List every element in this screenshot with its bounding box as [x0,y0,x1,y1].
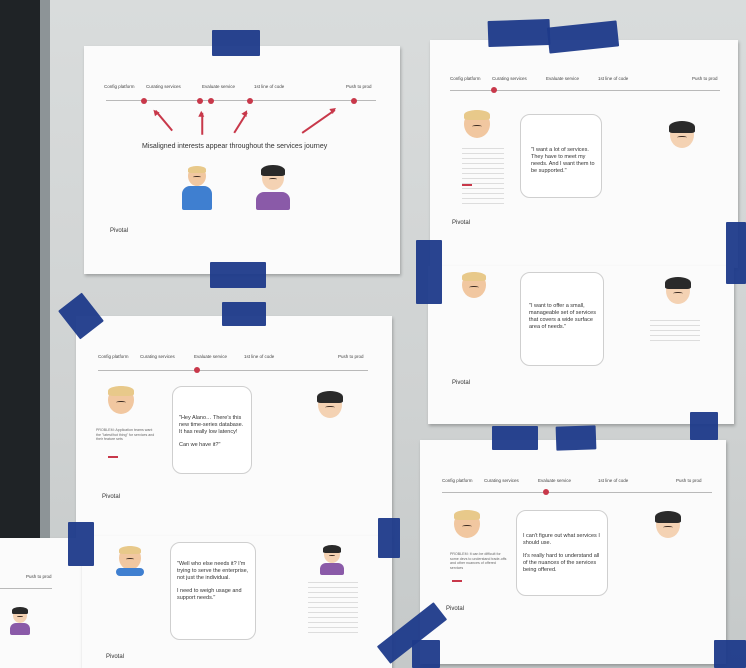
stage-label: Evaluate service [546,76,580,81]
speech-bubble: "Well who else needs it? I'm trying to s… [170,542,256,640]
stage-label: Config platform [104,84,135,89]
red-arrow [201,112,203,135]
red-arrow [233,111,248,134]
stage-label: 1st line of code [244,354,275,359]
quote-line: It's really hard to understand all of th… [523,553,600,573]
blue-tape [690,412,718,440]
blue-tape [222,302,266,326]
blue-tape [212,30,260,56]
pivotal-logo: Pivotal [102,494,121,500]
problem-marker [452,580,462,582]
operator-avatar [654,510,682,538]
timeline [98,370,368,371]
pivotal-logo: Pivotal [446,606,465,612]
problem-marker [462,184,472,186]
speech-bubble: I can't figure out what services I shoul… [516,510,608,596]
stage-label: Config platform [98,354,129,359]
stage-label: Curating services [492,76,527,81]
red-arrow [154,110,173,132]
quote-line: "Hey Alano… There's this new time-series… [179,415,244,435]
quote-line: "Well who else needs it? I'm trying to s… [177,561,249,581]
developer-avatar [464,110,490,138]
persona-quote-sheet: "Well who else needs it? I'm trying to s… [82,536,392,668]
quote-line: I can't figure out what services I shoul… [523,533,600,546]
stage-label: Push to prod [338,354,364,359]
blue-tape [378,518,400,558]
stage-label: Config platform [442,478,473,483]
blue-tape [487,18,551,48]
stage-label: Evaluate service [194,354,228,359]
red-arrow [301,109,336,134]
problem-note: PROBLEM: Application teams want the "lat… [96,428,155,441]
stage-dot [197,98,203,104]
stage-dot [351,98,357,104]
pivotal-logo: Pivotal [110,228,129,234]
stage-label: Push to prod [692,76,718,81]
problem-note [462,148,504,208]
blue-tape [714,640,746,668]
stage-dot [208,98,214,104]
stage-dot [491,87,497,93]
developer-avatar [462,272,486,298]
operator-avatar [664,276,692,304]
speech-bubble: "I want a lot of services. They have to … [520,114,602,198]
stage-dot [543,489,549,495]
blue-tape [555,425,597,451]
blue-tape [726,222,746,284]
persona-quote-sheet: Config platform Curating services Evalua… [420,440,726,664]
pivotal-logo: Pivotal [452,380,471,386]
operator-avatar [316,390,344,418]
blue-tape [416,240,442,304]
stage-dot [141,98,147,104]
sheet-headline: Misaligned interests appear throughout t… [142,143,328,150]
persona-quote-sheet: Config platform Curating services Evalua… [430,40,738,268]
problem-marker [108,456,118,458]
problem-note: PROBLEM: It can be difficult for some de… [450,552,507,570]
stage-label: Push to prod [676,478,702,483]
blue-tape [492,426,538,450]
operator-avatar [668,120,696,148]
timeline [442,492,712,493]
stage-label: 1st line of code [254,84,285,89]
blue-tape [412,640,440,668]
stage-label: Curating services [484,478,519,483]
developer-avatar [454,510,480,538]
shrugging-woman-figure [318,545,346,576]
stage-label: 1st line of code [598,76,629,81]
stage-label: Push to prod [346,84,372,89]
persona-quote-sheet: "I want to offer a small, manageable set… [428,266,734,424]
stage-label: Evaluate service [202,84,236,89]
blue-tape [68,522,94,566]
speech-bubble: "I want to offer a small, manageable set… [520,272,604,366]
stage-label: Config platform [450,76,481,81]
developer-avatar [108,386,134,414]
pivotal-logo: Pivotal [452,220,471,226]
pivotal-logo: Pivotal [106,654,125,660]
problem-note [650,320,700,344]
stage-label: Push to prod [26,574,52,579]
stage-dot [247,98,253,104]
shrugging-man-figure [176,164,218,212]
shrugging-woman-figure [8,607,32,636]
timeline [0,588,52,589]
problem-note [308,582,358,634]
quote-line: I need to weigh usage and support needs.… [177,588,242,601]
stage-label: Evaluate service [538,478,572,483]
journey-overview-sheet: Config platform Curating services Evalua… [84,46,400,274]
quote-line: Can we have it?" [179,442,221,448]
stage-label: Curating services [146,84,181,89]
facepalm-woman-figure [250,162,296,212]
stage-dot [194,367,200,373]
stage-label: Curating services [140,354,175,359]
persona-quote-sheet: Config platform Curating services Evalua… [76,316,392,538]
speech-bubble: "Hey Alano… There's this new time-series… [172,386,252,474]
blue-tape [210,262,266,288]
stage-label: 1st line of code [598,478,629,483]
facepalm-man-figure [116,544,144,576]
